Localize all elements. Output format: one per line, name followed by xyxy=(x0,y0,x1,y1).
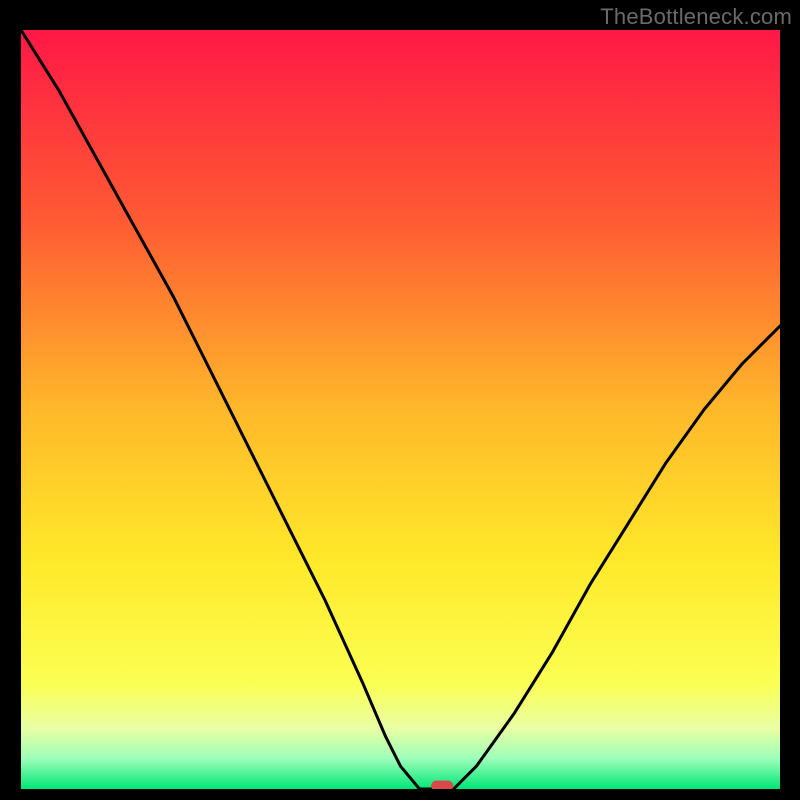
gradient-background xyxy=(21,30,780,789)
optimal-marker xyxy=(431,781,453,790)
watermark-text: TheBottleneck.com xyxy=(600,4,792,30)
chart-svg xyxy=(21,30,780,789)
plot-area xyxy=(21,30,780,789)
chart-container: TheBottleneck.com xyxy=(0,0,800,800)
